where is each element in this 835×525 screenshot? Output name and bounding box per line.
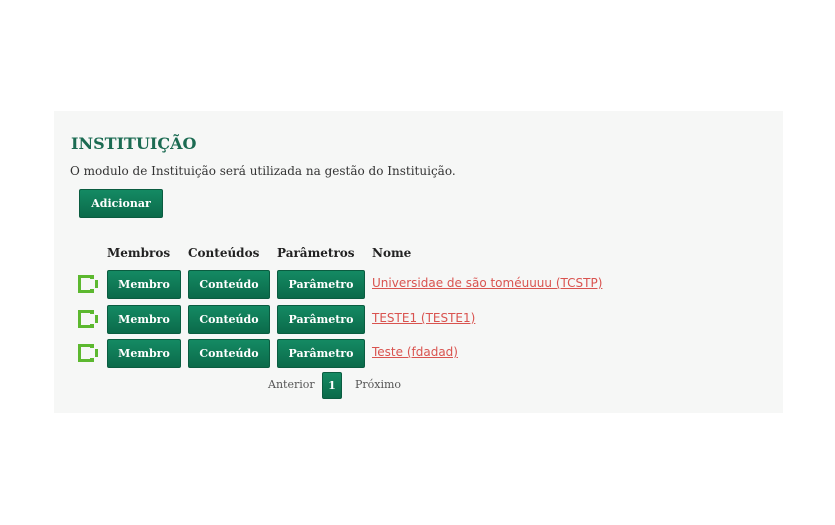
page-title: INSTITUIÇÃO [71, 134, 197, 153]
institution-name-link[interactable]: Universidae de são toméuuuu (TCSTP) [372, 276, 602, 290]
edit-frame-icon[interactable] [77, 309, 99, 329]
edit-frame-icon[interactable] [77, 274, 99, 294]
column-header-conteudos: Conteúdos [188, 246, 260, 260]
parametro-button[interactable]: Parâmetro [277, 270, 365, 299]
conteudo-button[interactable]: Conteúdo [188, 270, 270, 299]
parametro-button[interactable]: Parâmetro [277, 339, 365, 368]
institution-name-link[interactable]: TESTE1 (TESTE1) [372, 311, 475, 325]
pagination-page-current[interactable]: 1 [322, 372, 342, 399]
membro-button[interactable]: Membro [107, 270, 181, 299]
membro-button[interactable]: Membro [107, 305, 181, 334]
pagination-next[interactable]: Próximo [355, 378, 401, 391]
table-row: Membro Conteúdo Parâmetro TESTE1 (TESTE1… [54, 305, 783, 334]
add-button[interactable]: Adicionar [79, 189, 163, 218]
pagination: Anterior 1 Próximo [54, 372, 783, 400]
conteudo-button[interactable]: Conteúdo [188, 305, 270, 334]
membro-button[interactable]: Membro [107, 339, 181, 368]
column-header-parametros: Parâmetros [277, 246, 355, 260]
page-description: O modulo de Instituição será utilizada n… [70, 164, 456, 178]
institution-panel: INSTITUIÇÃO O modulo de Instituição será… [54, 111, 783, 413]
pagination-previous[interactable]: Anterior [268, 378, 315, 391]
institution-name-link[interactable]: Teste (fdadad) [372, 345, 458, 359]
column-header-membros: Membros [107, 246, 171, 260]
edit-frame-icon[interactable] [77, 343, 99, 363]
parametro-button[interactable]: Parâmetro [277, 305, 365, 334]
table-row: Membro Conteúdo Parâmetro Universidae de… [54, 270, 783, 299]
column-header-nome: Nome [372, 246, 412, 260]
table-row: Membro Conteúdo Parâmetro Teste (fdadad) [54, 339, 783, 368]
conteudo-button[interactable]: Conteúdo [188, 339, 270, 368]
